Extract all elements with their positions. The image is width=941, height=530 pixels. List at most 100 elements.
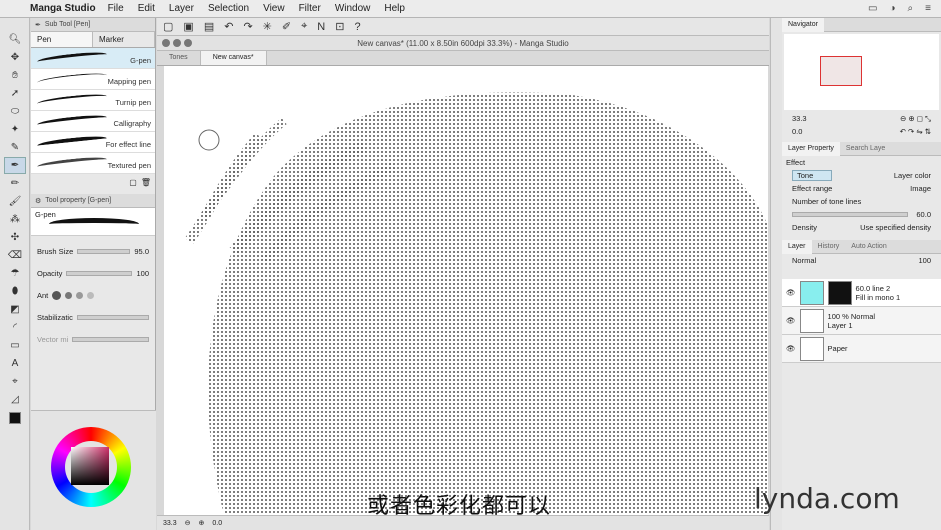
- screen-icon[interactable]: ▭: [868, 3, 877, 14]
- status-angle[interactable]: 0.0: [212, 520, 222, 527]
- search-icon[interactable]: ⌕: [908, 3, 914, 14]
- menu-help[interactable]: Help: [384, 3, 405, 14]
- auto-select-icon[interactable]: ✦: [4, 121, 26, 138]
- layer-opacity[interactable]: 100: [918, 256, 931, 265]
- tab-layer[interactable]: Layer: [782, 239, 812, 254]
- color-square[interactable]: [71, 447, 109, 485]
- tab-tones[interactable]: Tones: [157, 51, 201, 65]
- brush-gpen[interactable]: G-pen: [31, 48, 155, 69]
- ruler-icon[interactable]: ◿: [4, 391, 26, 408]
- decoration-icon[interactable]: ✣: [4, 229, 26, 246]
- close-icon[interactable]: [162, 39, 170, 47]
- drawing-canvas[interactable]: [164, 66, 768, 515]
- trash-icon[interactable]: 🗑︎: [141, 178, 151, 187]
- menu-file[interactable]: File: [108, 3, 124, 14]
- ruler-snap-icon[interactable]: ⊡: [335, 20, 344, 33]
- brush-tool-icon[interactable]: 🖌︎: [4, 193, 26, 210]
- zoom-tool-icon[interactable]: 🔍︎: [4, 31, 26, 48]
- nav-rotate-icons[interactable]: ↶ ↷ ⇋ ⇅: [900, 127, 931, 136]
- selection-tool-icon[interactable]: ⬭: [4, 103, 26, 120]
- zoom-out-icon[interactable]: ⊖: [185, 519, 191, 527]
- brush-size-value[interactable]: 95.0: [134, 247, 149, 256]
- eye-icon[interactable]: 👁︎: [786, 316, 796, 325]
- antialias-mid[interactable]: [76, 291, 84, 299]
- redo-icon[interactable]: ↷: [243, 20, 252, 33]
- antialias-weak[interactable]: [65, 291, 73, 299]
- eye-icon[interactable]: 👁︎: [786, 344, 796, 353]
- tab-marker[interactable]: Marker: [93, 32, 155, 47]
- hand-tool-icon[interactable]: ✋︎: [4, 67, 26, 84]
- color-swatch-icon[interactable]: [4, 409, 26, 426]
- tone-lines-slider[interactable]: [792, 212, 909, 217]
- tone-lines-value[interactable]: 60.0: [916, 210, 931, 219]
- menu-window[interactable]: Window: [335, 3, 371, 14]
- help-icon[interactable]: ?: [354, 21, 360, 33]
- airbrush-icon[interactable]: ⁂: [4, 211, 26, 228]
- tab-auto-action[interactable]: Auto Action: [845, 243, 892, 250]
- tab-pen[interactable]: Pen: [31, 32, 93, 47]
- zoom-icon[interactable]: [184, 39, 192, 47]
- pencil-tool-icon[interactable]: ✏: [4, 175, 26, 192]
- save-icon[interactable]: ▤: [204, 20, 214, 33]
- layer-row[interactable]: 👁︎ 100 % Normal Layer 1: [782, 307, 941, 335]
- antialias-none[interactable]: [52, 290, 62, 300]
- pen-tool-icon[interactable]: ✒: [4, 157, 26, 174]
- app-name[interactable]: Manga Studio: [30, 3, 96, 14]
- status-zoom[interactable]: 33.3: [163, 520, 177, 527]
- nav-zoom-icons[interactable]: ⊖ ⊕ ◻ ⤡: [900, 114, 931, 124]
- undo-icon[interactable]: ↶: [224, 20, 233, 33]
- opacity-value[interactable]: 100: [136, 269, 149, 278]
- balloon-icon[interactable]: ⌖: [4, 373, 26, 390]
- new-icon[interactable]: ▢: [163, 20, 173, 33]
- navigator-angle[interactable]: 0.0: [792, 127, 802, 136]
- text-icon[interactable]: A: [4, 355, 26, 372]
- brush-textured-pen[interactable]: Textured pen: [31, 153, 155, 174]
- gradient-icon[interactable]: ◩: [4, 301, 26, 318]
- move-tool-icon[interactable]: ✥: [4, 49, 26, 66]
- tab-navigator[interactable]: Navigator: [782, 17, 824, 32]
- new-subtool-icon[interactable]: ▢: [129, 178, 137, 187]
- sync-icon[interactable]: ◑: [890, 3, 896, 14]
- minimize-icon[interactable]: [173, 39, 181, 47]
- menu-layer[interactable]: Layer: [169, 3, 194, 14]
- menu-view[interactable]: View: [263, 3, 285, 14]
- brush-turnip-pen[interactable]: Turnip pen: [31, 90, 155, 111]
- pen-settings-icon[interactable]: ✐: [282, 20, 291, 33]
- snap-icon[interactable]: N: [317, 21, 325, 33]
- transform-icon[interactable]: ⌖: [301, 20, 307, 33]
- tab-history[interactable]: History: [812, 243, 846, 250]
- figure-icon[interactable]: ◜: [4, 319, 26, 336]
- spinner-icon[interactable]: ✳: [263, 20, 272, 33]
- blend-icon[interactable]: ☂: [4, 265, 26, 282]
- layer-row[interactable]: 👁︎ 60.0 line 2 Fill in mono 1: [782, 279, 941, 307]
- tone-button[interactable]: Tone: [792, 170, 833, 181]
- density-select[interactable]: Use specified density: [860, 223, 931, 232]
- zoom-in-icon[interactable]: ⊕: [199, 519, 205, 527]
- effect-range-select[interactable]: Image: [910, 184, 931, 193]
- menu-filter[interactable]: Filter: [299, 3, 321, 14]
- frame-icon[interactable]: ▭: [4, 337, 26, 354]
- menu-selection[interactable]: Selection: [208, 3, 249, 14]
- menu-edit[interactable]: Edit: [138, 3, 155, 14]
- opacity-slider[interactable]: [66, 270, 133, 276]
- blend-mode-select[interactable]: Normal: [792, 256, 816, 265]
- antialias-strong[interactable]: [87, 291, 95, 299]
- tab-search-layer[interactable]: Search Laye: [840, 145, 891, 152]
- object-tool-icon[interactable]: ➚: [4, 85, 26, 102]
- eraser-icon[interactable]: ⌫: [4, 247, 26, 264]
- fill-icon[interactable]: ⬮: [4, 283, 26, 300]
- list-icon[interactable]: ≡: [925, 3, 931, 14]
- brush-calligraphy[interactable]: Calligraphy: [31, 111, 155, 132]
- vector-slider[interactable]: [72, 336, 149, 342]
- navigator-zoom[interactable]: 33.3: [792, 114, 807, 123]
- brush-mapping-pen[interactable]: Mapping pen: [31, 69, 155, 90]
- tab-layer-property[interactable]: Layer Property: [782, 141, 840, 156]
- brush-size-slider[interactable]: [77, 248, 131, 254]
- tab-new-canvas[interactable]: New canvas*: [200, 51, 267, 65]
- stabilization-slider[interactable]: [76, 314, 149, 320]
- eyedropper-icon[interactable]: ✎: [4, 139, 26, 156]
- brush-effect-line[interactable]: For effect line: [31, 132, 155, 153]
- layer-row[interactable]: 👁︎ Paper: [782, 335, 941, 363]
- open-icon[interactable]: ▣: [183, 20, 193, 33]
- eye-icon[interactable]: 👁︎: [786, 288, 796, 297]
